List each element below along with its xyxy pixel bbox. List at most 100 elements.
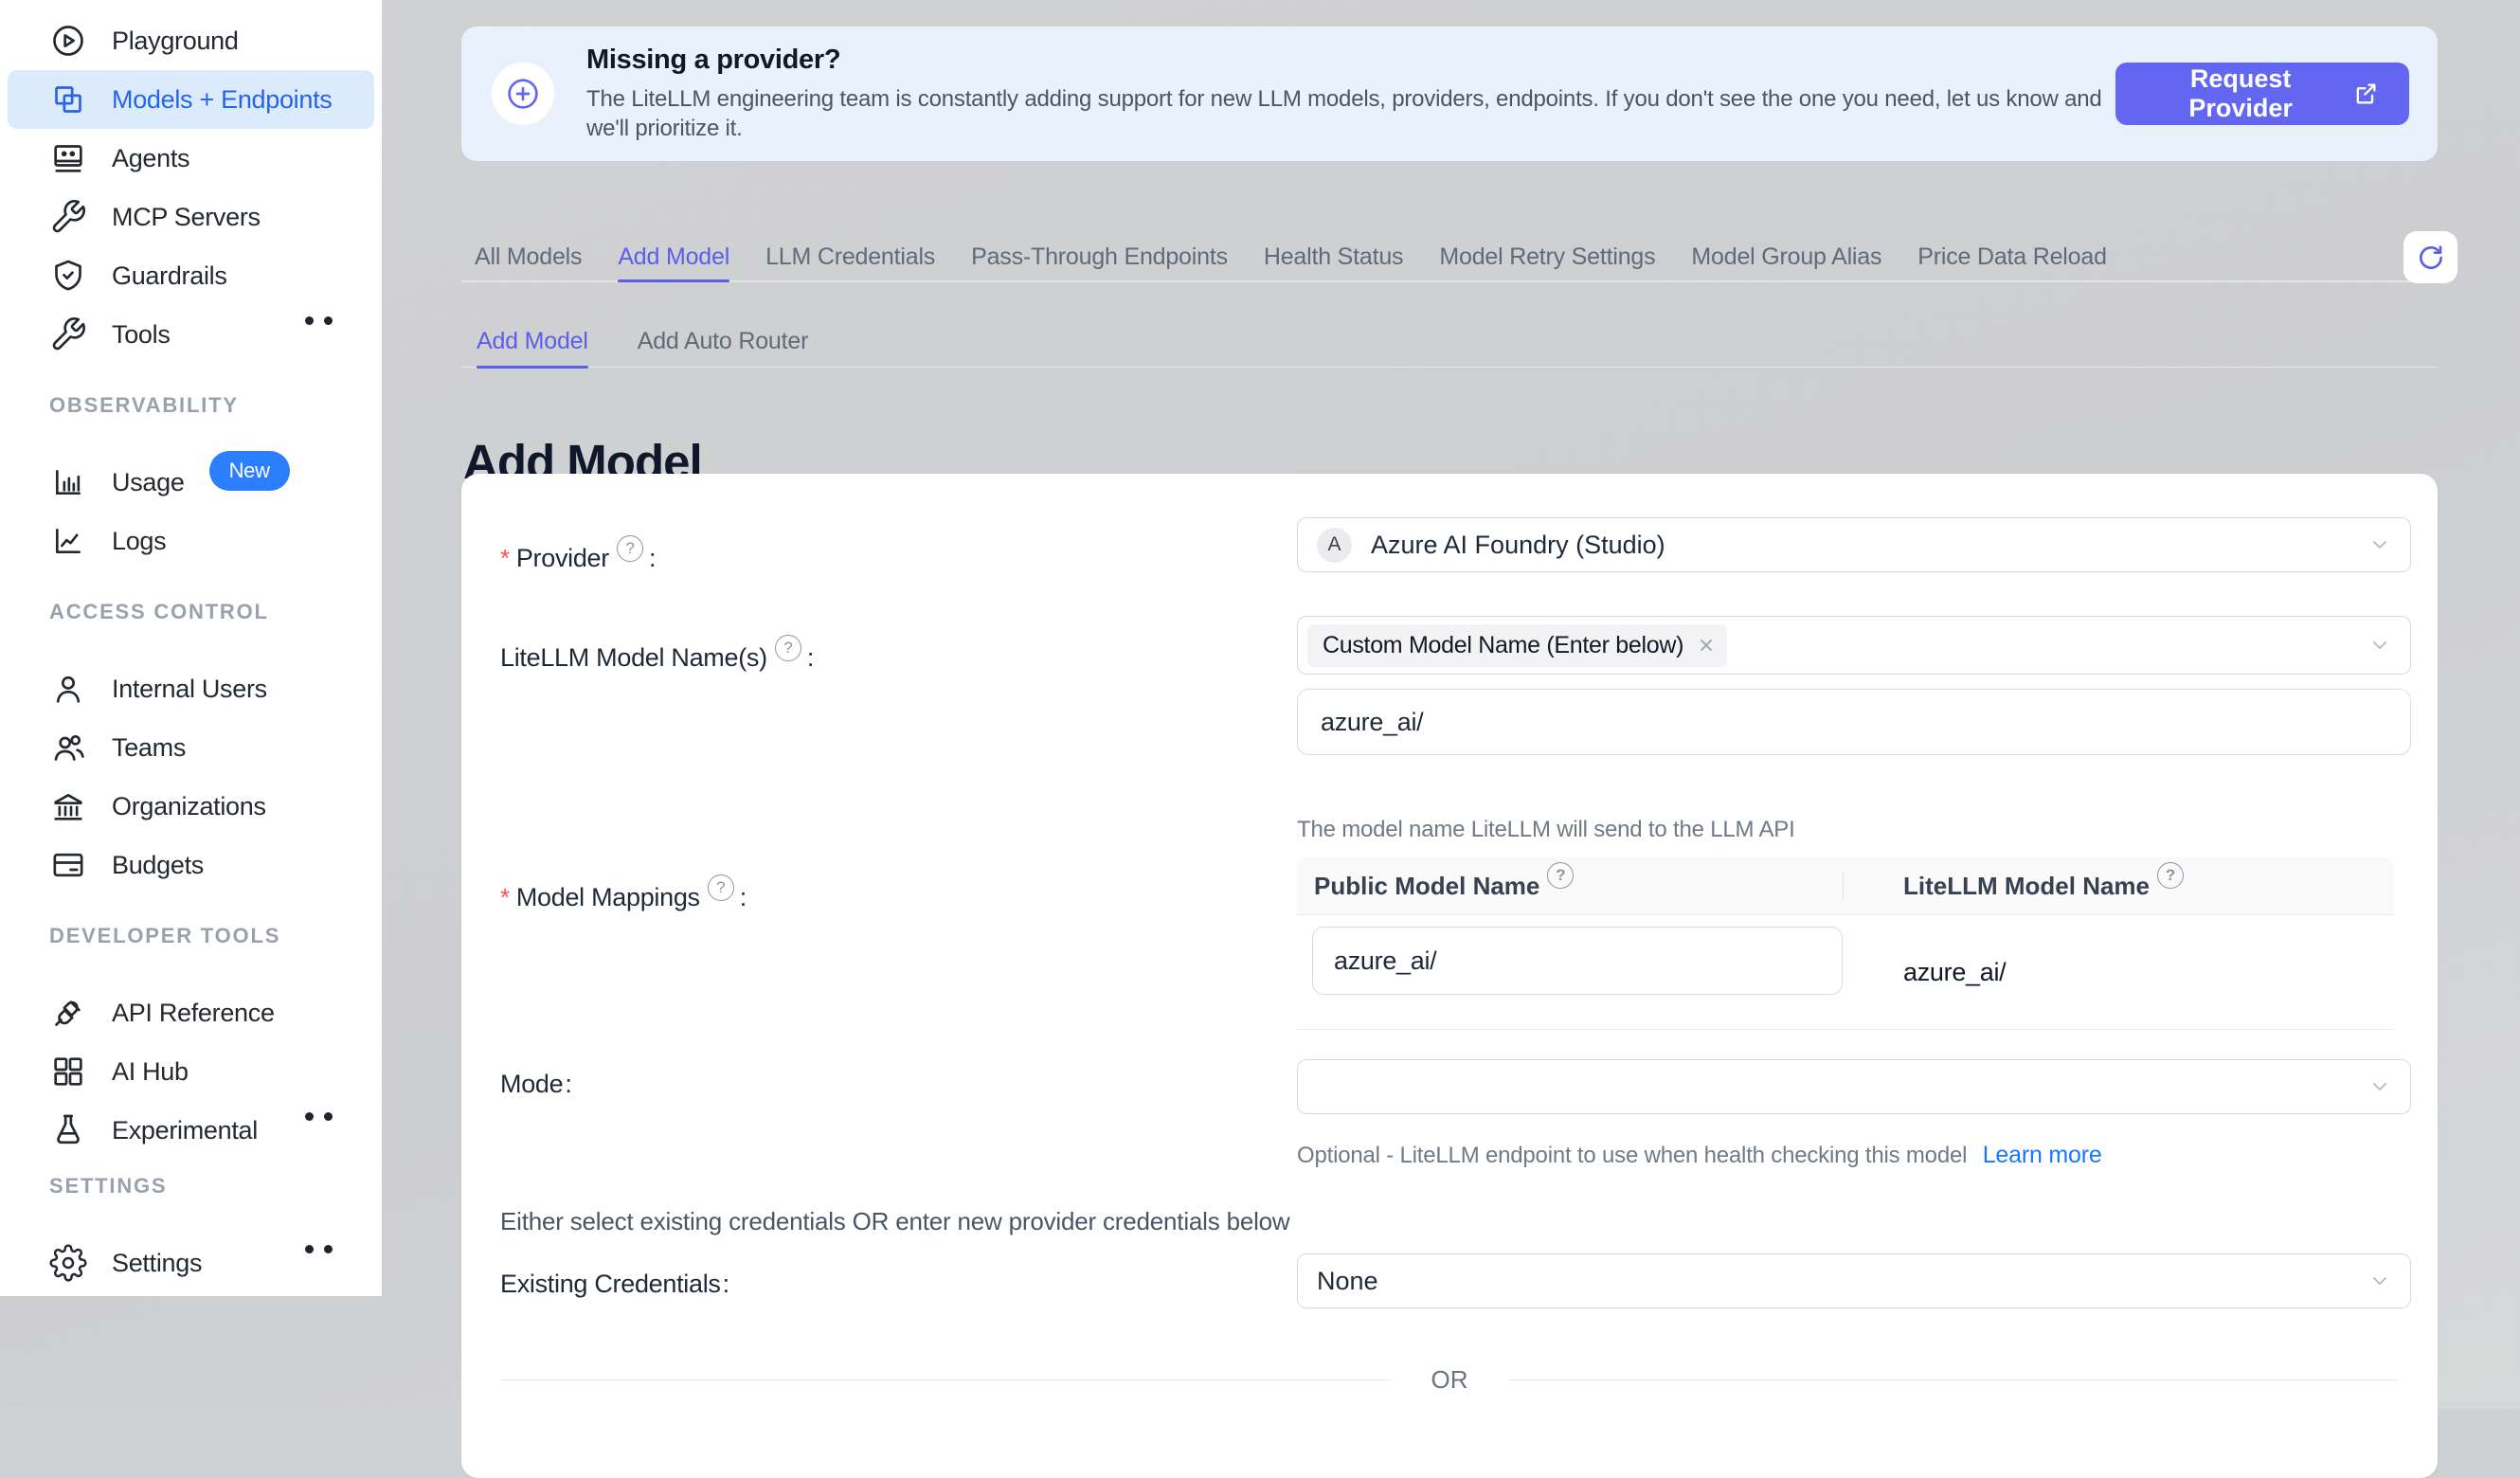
tab-price-data-reload[interactable]: Price Data Reload xyxy=(1917,233,2106,280)
ellipsis-icon[interactable] xyxy=(305,1112,333,1121)
close-icon[interactable] xyxy=(1697,636,1716,655)
tab-model-retry-settings[interactable]: Model Retry Settings xyxy=(1439,233,1655,280)
chevron-down-icon xyxy=(2368,634,2391,657)
sidebar-item-tools[interactable]: Tools xyxy=(8,305,374,364)
sidebar-item-label: Budgets xyxy=(112,851,204,880)
sidebar-item-logs[interactable]: Logs xyxy=(8,512,374,570)
credentials-note: Either select existing credentials OR en… xyxy=(500,1207,1290,1236)
banner-text: Missing a provider? The LiteLLM engineer… xyxy=(586,45,2115,143)
model-mappings-label: * Model Mappings ? : xyxy=(500,883,747,912)
sidebar-item-label: Organizations xyxy=(112,792,266,821)
sidebar-item-budgets[interactable]: Budgets xyxy=(8,836,374,894)
tab-model-group-alias[interactable]: Model Group Alias xyxy=(1691,233,1881,280)
sidebar-section-developer-tools: DEVELOPER TOOLS xyxy=(0,917,382,955)
tab-all-models[interactable]: All Models xyxy=(475,233,582,280)
sidebar-item-organizations[interactable]: Organizations xyxy=(8,777,374,836)
chevron-down-icon xyxy=(2368,533,2391,556)
sidebar-item-mcp-servers[interactable]: MCP Servers xyxy=(8,188,374,246)
help-icon[interactable]: ? xyxy=(775,635,801,661)
ellipsis-icon[interactable] xyxy=(305,1245,333,1253)
sidebar-item-teams[interactable]: Teams xyxy=(8,718,374,777)
sidebar-item-label: Teams xyxy=(112,733,186,763)
sidebar-item-api-reference[interactable]: API Reference xyxy=(8,983,374,1042)
sidebar-item-agents[interactable]: Agents xyxy=(8,129,374,188)
play-circle-icon xyxy=(49,22,87,60)
provider-label: * Provider ? : xyxy=(500,544,656,573)
existing-credentials-label: Existing Credentials : xyxy=(500,1270,729,1299)
litellm-model-name-value: azure_ai/ xyxy=(1903,915,2006,1029)
required-marker: * xyxy=(500,544,510,573)
provider-select[interactable]: A Azure AI Foundry (Studio) xyxy=(1297,517,2411,572)
or-label: OR xyxy=(1431,1365,1468,1395)
sidebar-item-experimental[interactable]: Experimental xyxy=(8,1101,374,1160)
banner-title: Missing a provider? xyxy=(586,45,2115,76)
sidebar-item-guardrails[interactable]: Guardrails xyxy=(8,246,374,305)
tab-pass-through-endpoints[interactable]: Pass-Through Endpoints xyxy=(971,233,1228,280)
sidebar-item-usage[interactable]: Usage New xyxy=(8,453,374,512)
sidebar-item-internal-users[interactable]: Internal Users xyxy=(8,659,374,718)
required-marker: * xyxy=(500,883,510,912)
existing-credentials-select[interactable]: None xyxy=(1297,1253,2411,1308)
gear-icon xyxy=(49,1244,87,1282)
learn-more-link[interactable]: Learn more xyxy=(1983,1142,2102,1168)
sidebar-item-ai-hub[interactable]: AI Hub xyxy=(8,1042,374,1101)
header-divider xyxy=(1843,872,1844,900)
agent-icon xyxy=(49,139,87,177)
sidebar-item-label: Logs xyxy=(112,527,166,556)
mode-select[interactable] xyxy=(1297,1059,2411,1114)
user-icon xyxy=(49,670,87,708)
banner-body: The LiteLLM engineering team is constant… xyxy=(586,84,2115,143)
help-icon[interactable]: ? xyxy=(708,874,734,901)
sidebar-item-label: API Reference xyxy=(112,999,275,1028)
model-names-multiselect[interactable]: Custom Model Name (Enter below) xyxy=(1297,616,2411,675)
wrench-icon xyxy=(49,198,87,236)
ellipsis-icon[interactable] xyxy=(305,316,333,325)
add-model-form-card: * Provider ? : A Azure AI Foundry (Studi… xyxy=(461,474,2438,1478)
tools-icon xyxy=(49,315,87,353)
flask-icon xyxy=(49,1111,87,1149)
mappings-data-row: azure_ai/ xyxy=(1297,915,2394,1030)
sidebar-item-settings[interactable]: Settings xyxy=(8,1234,374,1292)
sidebar-item-label: Agents xyxy=(112,144,189,173)
custom-model-name-input[interactable] xyxy=(1297,689,2411,755)
sidebar-item-label: MCP Servers xyxy=(112,203,261,232)
sidebar-item-label: AI Hub xyxy=(112,1057,189,1087)
credit-card-icon xyxy=(49,846,87,884)
models-icon xyxy=(49,81,87,118)
tab-llm-credentials[interactable]: LLM Credentials xyxy=(765,233,935,280)
tab-health-status[interactable]: Health Status xyxy=(1264,233,1404,280)
sidebar-item-models-endpoints[interactable]: Models + Endpoints xyxy=(8,70,374,129)
plus-circle-icon xyxy=(492,63,554,125)
refresh-icon xyxy=(2416,243,2446,273)
refresh-button[interactable] xyxy=(2403,231,2457,283)
help-icon[interactable]: ? xyxy=(2157,862,2184,889)
new-badge: New xyxy=(209,451,290,491)
sidebar-section-observability: OBSERVABILITY xyxy=(0,387,382,424)
provider-avatar: A xyxy=(1317,528,1352,563)
help-icon[interactable]: ? xyxy=(617,535,643,562)
sidebar-item-label: Settings xyxy=(112,1249,202,1278)
mode-helper: Optional - LiteLLM endpoint to use when … xyxy=(1297,1142,2102,1169)
sidebar-item-label: Internal Users xyxy=(112,675,267,704)
shield-check-icon xyxy=(49,257,87,295)
sidebar-section-access-control: ACCESS CONTROL xyxy=(0,593,382,631)
subtab-add-auto-router[interactable]: Add Auto Router xyxy=(638,316,808,367)
request-provider-label: Request Provider xyxy=(2146,64,2335,123)
api-icon xyxy=(49,994,87,1032)
grid-icon xyxy=(49,1053,87,1090)
public-model-name-header: Public Model Name ? xyxy=(1297,872,1843,901)
sidebar-item-playground[interactable]: Playground xyxy=(8,11,374,70)
public-model-name-input[interactable] xyxy=(1312,927,1843,995)
line-chart-icon xyxy=(49,522,87,560)
or-divider: OR xyxy=(500,1359,2399,1400)
sidebar-item-label: Experimental xyxy=(112,1116,258,1145)
existing-credentials-value: None xyxy=(1317,1267,1378,1296)
tab-add-model[interactable]: Add Model xyxy=(618,233,729,280)
help-icon[interactable]: ? xyxy=(1547,862,1574,889)
subtab-add-model[interactable]: Add Model xyxy=(477,316,588,367)
external-link-icon xyxy=(2352,81,2379,107)
mode-label: Mode : xyxy=(500,1070,572,1099)
sidebar-item-label: Models + Endpoints xyxy=(112,85,333,115)
sidebar-item-label: Tools xyxy=(112,320,171,350)
request-provider-button[interactable]: Request Provider xyxy=(2115,63,2409,125)
